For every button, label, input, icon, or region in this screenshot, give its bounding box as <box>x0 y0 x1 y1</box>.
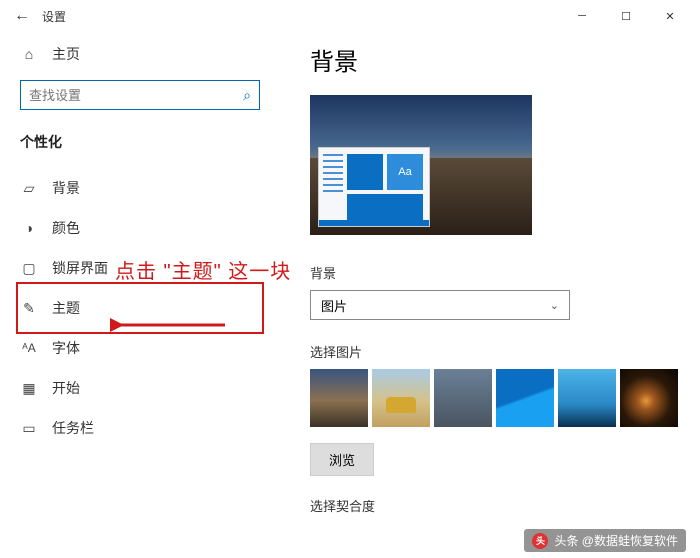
browse-button[interactable]: 浏览 <box>310 443 374 476</box>
theme-icon: ✎ <box>20 300 38 317</box>
sidebar-item-themes[interactable]: ✎ 主题 <box>20 288 260 328</box>
home-icon: ⌂ <box>20 46 38 62</box>
image-icon: ▱ <box>20 180 38 197</box>
thumbnail[interactable] <box>620 369 678 427</box>
sidebar-item-label: 主题 <box>52 298 80 318</box>
sidebar-item-label: 任务栏 <box>52 418 94 438</box>
maximize-button[interactable]: ☐ <box>604 1 648 31</box>
background-dropdown[interactable]: 图片 ⌄ <box>310 290 570 320</box>
sidebar-item-colors[interactable]: ◑ 颜色 <box>20 208 260 248</box>
preview-window: Aa <box>318 147 430 227</box>
search-input-container[interactable]: ⌕ <box>20 80 260 110</box>
sidebar-item-background[interactable]: ▱ 背景 <box>20 168 260 208</box>
search-icon: ⌕ <box>243 87 251 104</box>
choose-picture-label: 选择图片 <box>310 342 700 361</box>
background-label: 背景 <box>310 263 700 282</box>
sidebar-item-taskbar[interactable]: ▭ 任务栏 <box>20 408 260 448</box>
sidebar-item-start[interactable]: ▦ 开始 <box>20 368 260 408</box>
preview-tile-text: Aa <box>387 154 423 190</box>
window-title: 设置 <box>42 8 66 25</box>
sidebar-item-label: 锁屏界面 <box>52 258 108 278</box>
taskbar-icon: ▭ <box>20 420 38 437</box>
chevron-down-icon: ⌄ <box>550 299 559 312</box>
page-title: 背景 <box>310 42 700 77</box>
lock-icon: ▢ <box>20 260 38 277</box>
thumbnail[interactable] <box>434 369 492 427</box>
home-label: 主页 <box>52 44 80 64</box>
minimize-button[interactable]: ─ <box>560 1 604 31</box>
dropdown-value: 图片 <box>321 296 347 315</box>
picture-thumbnails <box>310 369 700 427</box>
thumbnail[interactable] <box>310 369 368 427</box>
watermark-text: 头条 @数据蛙恢复软件 <box>554 532 678 549</box>
home-link[interactable]: ⌂ 主页 <box>20 44 260 64</box>
watermark: 头 头条 @数据蛙恢复软件 <box>524 529 686 552</box>
font-icon: ᴬA <box>20 341 38 355</box>
sidebar-item-fonts[interactable]: ᴬA 字体 <box>20 328 260 368</box>
sidebar-item-label: 字体 <box>52 338 80 358</box>
thumbnail[interactable] <box>372 369 430 427</box>
start-icon: ▦ <box>20 380 38 397</box>
sidebar-item-label: 背景 <box>52 178 80 198</box>
thumbnail[interactable] <box>558 369 616 427</box>
fit-label: 选择契合度 <box>310 496 700 515</box>
watermark-logo: 头 <box>532 533 548 549</box>
sidebar-item-label: 开始 <box>52 378 80 398</box>
section-title: 个性化 <box>20 132 260 152</box>
back-button[interactable]: ← <box>8 7 36 25</box>
thumbnail[interactable] <box>496 369 554 427</box>
sidebar-item-label: 颜色 <box>52 218 80 238</box>
close-button[interactable]: ✕ <box>648 1 692 31</box>
background-preview: Aa <box>310 95 532 235</box>
palette-icon: ◑ <box>20 220 38 236</box>
search-input[interactable] <box>29 88 243 103</box>
